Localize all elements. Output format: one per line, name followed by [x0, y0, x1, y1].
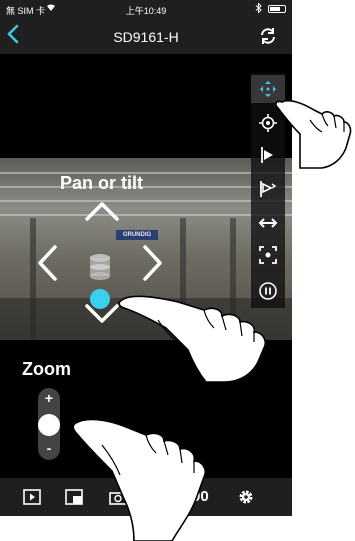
ptz-joystick-base-icon — [90, 254, 110, 280]
zoom-out-button[interactable]: - — [38, 440, 60, 456]
zoom-label: Zoom — [22, 359, 71, 379]
pan-left-arrow-icon[interactable] — [36, 244, 58, 282]
nav-bar: SD9161-H — [0, 18, 292, 54]
roof-beam — [0, 186, 292, 188]
playback-button[interactable] — [22, 487, 42, 507]
hand-pointer-icon — [275, 99, 352, 169]
focus-frame-icon — [259, 246, 277, 264]
horizontal-arrows-icon — [258, 218, 278, 228]
bluetooth-icon — [255, 2, 262, 15]
status-bar: 無 SIM 卡 上午10:49 — [0, 0, 292, 18]
battery-icon — [268, 5, 286, 13]
status-right — [255, 2, 286, 15]
patrol-button[interactable] — [251, 175, 285, 203]
hand-pointer-icon — [72, 418, 207, 541]
refresh-icon — [261, 28, 275, 44]
auto-pan-button[interactable] — [251, 209, 285, 237]
roof-beam — [0, 200, 292, 202]
zoom-slider[interactable]: + - — [38, 388, 60, 460]
page-title: SD9161-H — [113, 29, 179, 45]
roof-beam — [0, 214, 292, 216]
hand-pointer-icon — [118, 295, 267, 383]
flag-icon — [260, 181, 277, 197]
ptz-joystick-knob[interactable] — [90, 289, 110, 309]
settings-button[interactable] — [236, 487, 256, 507]
focus-button[interactable] — [251, 241, 285, 269]
zoom-in-button[interactable]: + — [38, 390, 60, 406]
refresh-button[interactable] — [258, 26, 278, 46]
roof-beam — [0, 172, 292, 174]
status-time: 上午10:49 — [125, 6, 167, 16]
zoom-slider-knob[interactable] — [38, 414, 60, 436]
gear-icon — [239, 490, 253, 504]
station-sign: GRUNDIG — [116, 230, 158, 240]
play-icon — [23, 489, 41, 505]
pan-tilt-label: Pan or tilt — [60, 173, 144, 193]
pan-right-arrow-icon[interactable] — [142, 244, 164, 282]
tilt-up-arrow-icon[interactable] — [84, 200, 120, 222]
